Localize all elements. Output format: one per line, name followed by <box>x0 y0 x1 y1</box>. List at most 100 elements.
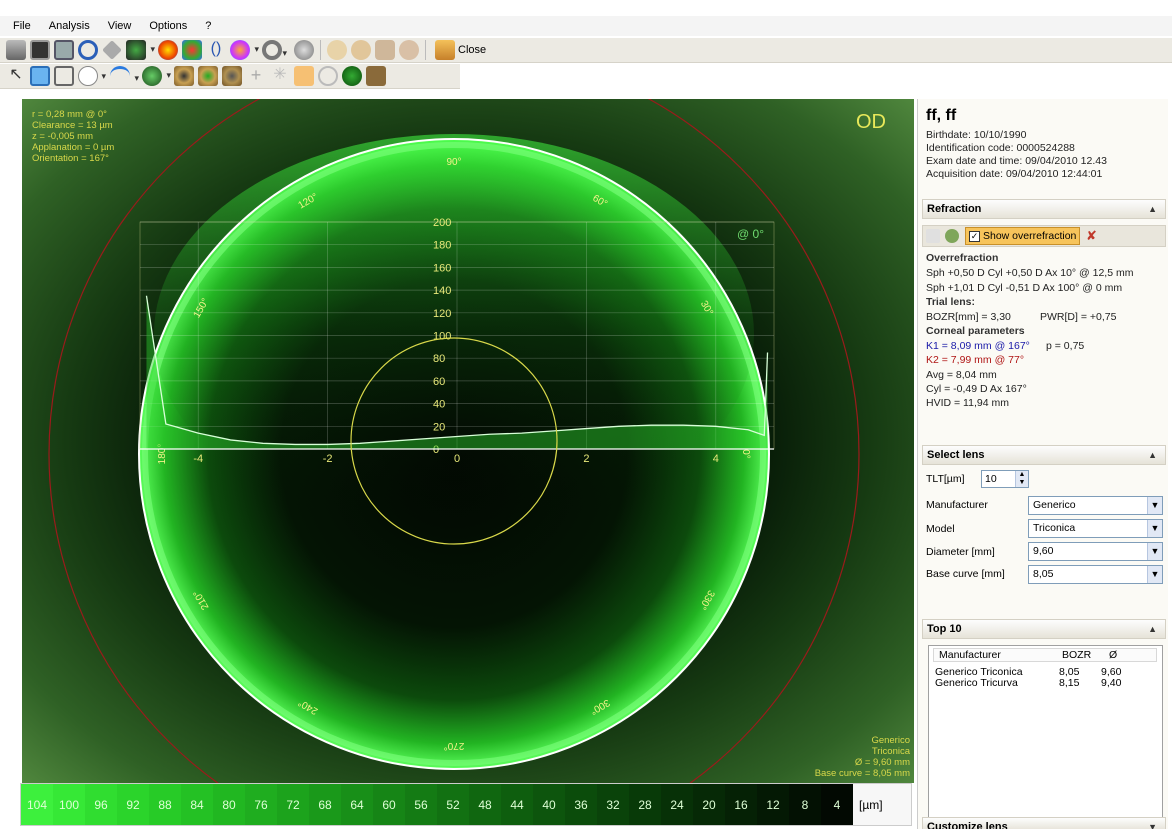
scale-cell: 8 <box>789 784 821 825</box>
main-toolbar: () Close <box>0 37 1172 63</box>
person-print-icon[interactable] <box>375 40 395 60</box>
diamond-icon[interactable] <box>102 40 122 60</box>
eye-view-icon-1[interactable] <box>174 66 194 86</box>
scale-cell: 76 <box>245 784 277 825</box>
collapse-icon[interactable]: ▲ <box>1148 620 1157 638</box>
brackets-icon[interactable]: () <box>206 40 226 60</box>
eye-view-icon-2[interactable] <box>198 66 218 86</box>
lens-globe-icon[interactable] <box>142 66 171 86</box>
customize-lens-header[interactable]: Customize lens ▼ <box>922 817 1166 829</box>
model-select[interactable]: Triconica ▼ <box>1028 519 1163 538</box>
sphere-icon[interactable] <box>294 40 314 60</box>
diameter-label: Diameter [mm] <box>926 546 995 558</box>
rings-icon[interactable] <box>318 66 338 86</box>
chevron-down-icon[interactable]: ▼ <box>1147 497 1162 514</box>
pointer-icon[interactable]: ↖ <box>6 66 26 86</box>
row-bozr: 8,15 <box>1059 677 1080 689</box>
measure-info: r = 0,28 mm @ 0° Clearance = 13 µm z = -… <box>32 109 114 164</box>
hand-icon[interactable] <box>78 66 106 86</box>
screen-icon[interactable] <box>54 40 74 60</box>
refraction-title: Refraction <box>927 203 982 215</box>
palette-icon[interactable] <box>182 40 202 60</box>
grid-view-icon[interactable] <box>126 40 155 60</box>
checkbox-checked-icon[interactable]: ✓ <box>969 230 980 242</box>
square-icon[interactable] <box>294 66 314 86</box>
clearance-color-scale: 104 100 96 92 88 84 80 76 72 68 64 60 56 52 48 44 40 36 32… <box>20 783 912 826</box>
menu-options[interactable]: Options <box>140 16 196 36</box>
eye-image-viewer[interactable]: 0° 30° 60° 90° 120° 150° 180° 210° 240° 270° 300° 3… <box>22 99 914 783</box>
y-tick-label: 80 <box>433 353 445 365</box>
row-manufacturer: Generico Tricurva <box>935 677 1018 689</box>
column-header-diameter[interactable]: Ø <box>1109 649 1117 661</box>
expand-icon[interactable]: ▼ <box>1148 818 1157 829</box>
menu-view[interactable]: View <box>99 16 141 36</box>
target-icon[interactable] <box>262 40 287 60</box>
scale-cell: 36 <box>565 784 597 825</box>
collapse-icon[interactable]: ▲ <box>1148 200 1157 218</box>
close-button[interactable]: Close <box>432 40 489 60</box>
info-z: z = -0,005 mm <box>32 131 93 142</box>
curve-icon[interactable] <box>110 66 139 86</box>
face-icon-1[interactable] <box>327 40 347 60</box>
grid-eye-icon[interactable] <box>366 66 386 86</box>
eye-view-icon-3[interactable] <box>222 66 242 86</box>
person-export-icon[interactable] <box>399 40 419 60</box>
diameter-select[interactable]: 9,60 ▼ <box>1028 542 1163 561</box>
manufacturer-select[interactable]: Generico ▼ <box>1028 496 1163 515</box>
lens-fit-icon[interactable] <box>945 229 959 243</box>
base-curve-select[interactable]: 8,05 ▼ <box>1028 565 1163 584</box>
monitor-icon[interactable] <box>30 40 50 60</box>
customize-lens-title: Customize lens <box>927 821 1008 829</box>
eye-image-canvas[interactable]: 0°30°60°90°120°150°180°210°240°270°300°3… <box>22 99 914 783</box>
eye-side-label: OD <box>856 111 886 133</box>
k2-value: K2 = 7,99 mm @ 77° <box>926 354 1025 366</box>
scale-cell: 40 <box>533 784 565 825</box>
lens-info-manufacturer: Generico <box>871 735 910 746</box>
select-lens-header[interactable]: Select lens ▲ <box>922 445 1166 465</box>
menu-help[interactable]: ? <box>196 16 220 36</box>
chevron-down-icon[interactable]: ▼ <box>1147 543 1162 560</box>
scale-cell: 68 <box>309 784 341 825</box>
camera-icon[interactable] <box>6 40 26 60</box>
y-tick-label: 200 <box>433 217 451 229</box>
ring-icon[interactable] <box>78 40 98 60</box>
angle-label: 90° <box>446 157 461 168</box>
face-icon-2[interactable] <box>351 40 371 60</box>
info-applanation: Applanation = 0 µm <box>32 142 115 153</box>
k1-value: K1 = 8,09 mm @ 167° <box>926 340 1030 352</box>
show-overrefraction-label: Show overrefraction <box>983 230 1077 242</box>
menu-analysis[interactable]: Analysis <box>40 16 99 36</box>
profile-angle-label: @ 0° <box>737 227 764 241</box>
lens-color-icon[interactable] <box>230 40 259 60</box>
y-tick-label: 120 <box>433 308 451 320</box>
column-header-bozr[interactable]: BOZR <box>1062 649 1091 661</box>
tlt-value[interactable]: 10 <box>985 473 997 485</box>
scale-cell: 48 <box>469 784 501 825</box>
chevron-down-icon[interactable]: ▼ <box>1147 566 1162 583</box>
tlt-stepper[interactable]: 10 ▲ ▼ <box>981 470 1029 488</box>
select-lens-title: Select lens <box>927 449 985 461</box>
collapse-icon[interactable]: ▲ <box>1148 446 1157 464</box>
clear-icon[interactable]: ✘ <box>1086 229 1097 243</box>
image-view-icon[interactable] <box>30 66 50 86</box>
diameter-value: 9,60 <box>1033 545 1054 557</box>
target-plus-icon[interactable] <box>342 66 362 86</box>
scale-cell: 16 <box>725 784 757 825</box>
show-overrefraction-toggle[interactable]: ✓ Show overrefraction <box>965 227 1081 245</box>
chevron-down-icon[interactable]: ▼ <box>1147 520 1162 537</box>
caliper-icon[interactable] <box>54 66 74 86</box>
filter-icon[interactable] <box>926 229 940 243</box>
crosshair-icon[interactable]: + <box>246 66 266 86</box>
spinner-icon[interactable]: ▲ ▼ <box>1015 471 1028 487</box>
x-tick-label: -4 <box>193 453 203 465</box>
top10-list[interactable]: Manufacturer BOZR Ø Generico Triconica 8… <box>928 645 1163 825</box>
scale-cell: 52 <box>437 784 469 825</box>
refraction-header[interactable]: Refraction ▲ <box>922 199 1166 219</box>
toolbar-separator <box>320 40 321 60</box>
top10-header[interactable]: Top 10 ▲ <box>922 619 1166 639</box>
star-icon[interactable]: ✳ <box>270 66 290 86</box>
column-header-manufacturer[interactable]: Manufacturer <box>939 649 1001 661</box>
color-wheel-icon[interactable] <box>158 40 178 60</box>
menu-file[interactable]: File <box>4 16 40 36</box>
manufacturer-value: Generico <box>1033 499 1076 511</box>
